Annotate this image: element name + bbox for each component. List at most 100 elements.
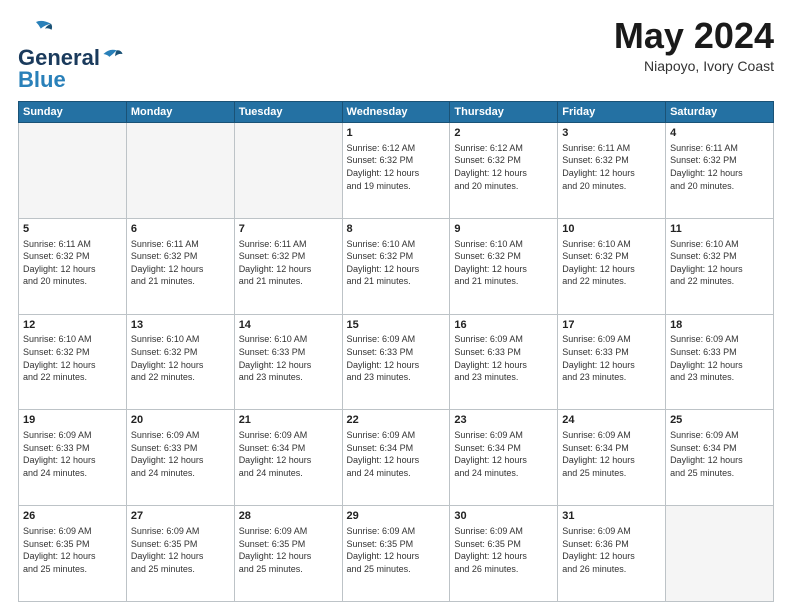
calendar-day-31: 31Sunrise: 6:09 AM Sunset: 6:36 PM Dayli… (558, 506, 666, 602)
calendar-day-28: 28Sunrise: 6:09 AM Sunset: 6:35 PM Dayli… (234, 506, 342, 602)
day-number: 20 (131, 413, 230, 428)
calendar-header-saturday: Saturday (666, 102, 774, 123)
day-info: Sunrise: 6:09 AM Sunset: 6:33 PM Dayligh… (562, 333, 661, 383)
day-number: 15 (347, 318, 446, 333)
day-info: Sunrise: 6:11 AM Sunset: 6:32 PM Dayligh… (23, 238, 122, 288)
calendar-day-14: 14Sunrise: 6:10 AM Sunset: 6:33 PM Dayli… (234, 314, 342, 410)
calendar-day-26: 26Sunrise: 6:09 AM Sunset: 6:35 PM Dayli… (19, 506, 127, 602)
day-info: Sunrise: 6:09 AM Sunset: 6:33 PM Dayligh… (454, 333, 553, 383)
logo-bird-small-icon (102, 43, 124, 65)
logo: General Blue (18, 16, 124, 93)
calendar-day-7: 7Sunrise: 6:11 AM Sunset: 6:32 PM Daylig… (234, 218, 342, 314)
day-info: Sunrise: 6:09 AM Sunset: 6:34 PM Dayligh… (670, 429, 769, 479)
calendar-day-1: 1Sunrise: 6:12 AM Sunset: 6:32 PM Daylig… (342, 123, 450, 219)
day-info: Sunrise: 6:09 AM Sunset: 6:34 PM Dayligh… (239, 429, 338, 479)
calendar-day-5: 5Sunrise: 6:11 AM Sunset: 6:32 PM Daylig… (19, 218, 127, 314)
day-info: Sunrise: 6:09 AM Sunset: 6:34 PM Dayligh… (454, 429, 553, 479)
calendar-day-12: 12Sunrise: 6:10 AM Sunset: 6:32 PM Dayli… (19, 314, 127, 410)
calendar-day-18: 18Sunrise: 6:09 AM Sunset: 6:33 PM Dayli… (666, 314, 774, 410)
calendar-week-row: 26Sunrise: 6:09 AM Sunset: 6:35 PM Dayli… (19, 506, 774, 602)
day-number: 6 (131, 222, 230, 237)
calendar-header-row: SundayMondayTuesdayWednesdayThursdayFrid… (19, 102, 774, 123)
calendar-day-empty (126, 123, 234, 219)
calendar-day-21: 21Sunrise: 6:09 AM Sunset: 6:34 PM Dayli… (234, 410, 342, 506)
title-block: May 2024 Niapoyo, Ivory Coast (614, 16, 774, 74)
page: General Blue May 2024 Niapoyo, Ivory Coa… (0, 0, 792, 612)
calendar-week-row: 5Sunrise: 6:11 AM Sunset: 6:32 PM Daylig… (19, 218, 774, 314)
calendar-day-22: 22Sunrise: 6:09 AM Sunset: 6:34 PM Dayli… (342, 410, 450, 506)
day-number: 23 (454, 413, 553, 428)
calendar-day-3: 3Sunrise: 6:11 AM Sunset: 6:32 PM Daylig… (558, 123, 666, 219)
day-number: 26 (23, 509, 122, 524)
calendar-header-monday: Monday (126, 102, 234, 123)
calendar-header-friday: Friday (558, 102, 666, 123)
day-number: 5 (23, 222, 122, 237)
calendar-header-sunday: Sunday (19, 102, 127, 123)
calendar-day-20: 20Sunrise: 6:09 AM Sunset: 6:33 PM Dayli… (126, 410, 234, 506)
calendar-header-tuesday: Tuesday (234, 102, 342, 123)
day-info: Sunrise: 6:10 AM Sunset: 6:32 PM Dayligh… (454, 238, 553, 288)
location: Niapoyo, Ivory Coast (614, 58, 774, 74)
day-info: Sunrise: 6:10 AM Sunset: 6:32 PM Dayligh… (347, 238, 446, 288)
month-title: May 2024 (614, 16, 774, 56)
day-number: 24 (562, 413, 661, 428)
calendar-week-row: 12Sunrise: 6:10 AM Sunset: 6:32 PM Dayli… (19, 314, 774, 410)
day-info: Sunrise: 6:09 AM Sunset: 6:33 PM Dayligh… (23, 429, 122, 479)
day-info: Sunrise: 6:09 AM Sunset: 6:36 PM Dayligh… (562, 525, 661, 575)
day-number: 18 (670, 318, 769, 333)
day-info: Sunrise: 6:09 AM Sunset: 6:35 PM Dayligh… (239, 525, 338, 575)
calendar-day-16: 16Sunrise: 6:09 AM Sunset: 6:33 PM Dayli… (450, 314, 558, 410)
calendar-day-17: 17Sunrise: 6:09 AM Sunset: 6:33 PM Dayli… (558, 314, 666, 410)
day-info: Sunrise: 6:11 AM Sunset: 6:32 PM Dayligh… (670, 142, 769, 192)
day-number: 16 (454, 318, 553, 333)
logo-bird-icon (18, 18, 54, 38)
day-info: Sunrise: 6:09 AM Sunset: 6:35 PM Dayligh… (23, 525, 122, 575)
day-info: Sunrise: 6:10 AM Sunset: 6:32 PM Dayligh… (670, 238, 769, 288)
calendar-day-empty (234, 123, 342, 219)
day-number: 25 (670, 413, 769, 428)
day-number: 2 (454, 126, 553, 141)
day-info: Sunrise: 6:10 AM Sunset: 6:32 PM Dayligh… (562, 238, 661, 288)
calendar-day-9: 9Sunrise: 6:10 AM Sunset: 6:32 PM Daylig… (450, 218, 558, 314)
calendar-week-row: 19Sunrise: 6:09 AM Sunset: 6:33 PM Dayli… (19, 410, 774, 506)
calendar-day-2: 2Sunrise: 6:12 AM Sunset: 6:32 PM Daylig… (450, 123, 558, 219)
day-number: 27 (131, 509, 230, 524)
calendar-header-wednesday: Wednesday (342, 102, 450, 123)
calendar-day-29: 29Sunrise: 6:09 AM Sunset: 6:35 PM Dayli… (342, 506, 450, 602)
day-info: Sunrise: 6:09 AM Sunset: 6:33 PM Dayligh… (347, 333, 446, 383)
day-number: 30 (454, 509, 553, 524)
day-number: 21 (239, 413, 338, 428)
calendar-day-10: 10Sunrise: 6:10 AM Sunset: 6:32 PM Dayli… (558, 218, 666, 314)
day-number: 11 (670, 222, 769, 237)
day-number: 12 (23, 318, 122, 333)
day-info: Sunrise: 6:12 AM Sunset: 6:32 PM Dayligh… (347, 142, 446, 192)
day-info: Sunrise: 6:09 AM Sunset: 6:34 PM Dayligh… (562, 429, 661, 479)
day-info: Sunrise: 6:09 AM Sunset: 6:33 PM Dayligh… (670, 333, 769, 383)
calendar-table: SundayMondayTuesdayWednesdayThursdayFrid… (18, 101, 774, 602)
calendar-day-27: 27Sunrise: 6:09 AM Sunset: 6:35 PM Dayli… (126, 506, 234, 602)
day-info: Sunrise: 6:12 AM Sunset: 6:32 PM Dayligh… (454, 142, 553, 192)
day-info: Sunrise: 6:09 AM Sunset: 6:35 PM Dayligh… (454, 525, 553, 575)
calendar-day-empty (19, 123, 127, 219)
calendar-header-thursday: Thursday (450, 102, 558, 123)
day-info: Sunrise: 6:11 AM Sunset: 6:32 PM Dayligh… (239, 238, 338, 288)
calendar-day-23: 23Sunrise: 6:09 AM Sunset: 6:34 PM Dayli… (450, 410, 558, 506)
calendar-day-30: 30Sunrise: 6:09 AM Sunset: 6:35 PM Dayli… (450, 506, 558, 602)
calendar-day-11: 11Sunrise: 6:10 AM Sunset: 6:32 PM Dayli… (666, 218, 774, 314)
day-info: Sunrise: 6:11 AM Sunset: 6:32 PM Dayligh… (131, 238, 230, 288)
calendar-day-25: 25Sunrise: 6:09 AM Sunset: 6:34 PM Dayli… (666, 410, 774, 506)
day-number: 17 (562, 318, 661, 333)
day-info: Sunrise: 6:09 AM Sunset: 6:35 PM Dayligh… (131, 525, 230, 575)
day-number: 4 (670, 126, 769, 141)
day-number: 9 (454, 222, 553, 237)
day-info: Sunrise: 6:10 AM Sunset: 6:33 PM Dayligh… (239, 333, 338, 383)
day-info: Sunrise: 6:09 AM Sunset: 6:35 PM Dayligh… (347, 525, 446, 575)
calendar-week-row: 1Sunrise: 6:12 AM Sunset: 6:32 PM Daylig… (19, 123, 774, 219)
day-number: 8 (347, 222, 446, 237)
header: General Blue May 2024 Niapoyo, Ivory Coa… (18, 16, 774, 93)
day-info: Sunrise: 6:10 AM Sunset: 6:32 PM Dayligh… (23, 333, 122, 383)
day-number: 13 (131, 318, 230, 333)
day-number: 31 (562, 509, 661, 524)
calendar-day-6: 6Sunrise: 6:11 AM Sunset: 6:32 PM Daylig… (126, 218, 234, 314)
day-number: 22 (347, 413, 446, 428)
